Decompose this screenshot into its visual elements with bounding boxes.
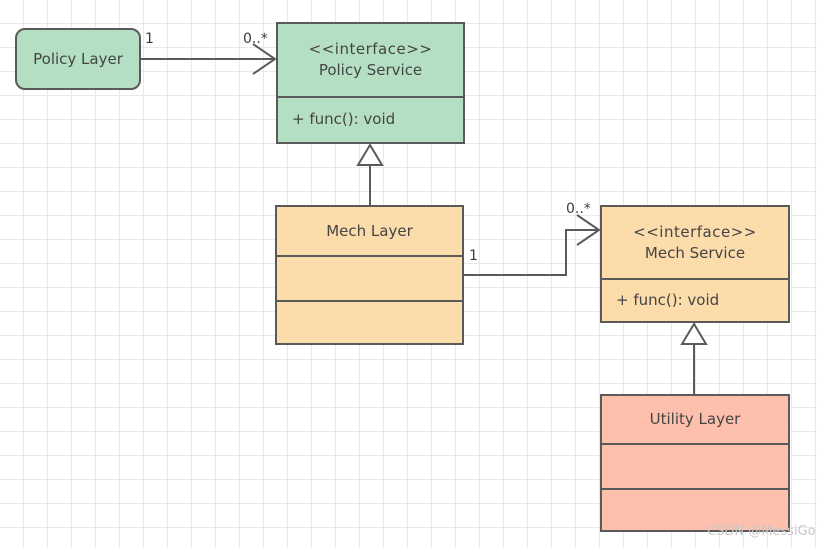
mech-layer-title: Mech Layer (326, 221, 413, 240)
policy-service-operations-compartment: + func(): void (278, 95, 463, 142)
node-policy-service[interactable]: <<interface>> Policy Service + func(): v… (276, 22, 465, 144)
policy-service-stereotype: <<interface>> (308, 39, 433, 58)
utility-layer-title-compartment: Utility Layer (602, 396, 788, 443)
policy-service-title: Policy Service (318, 60, 423, 79)
policy-layer-title: Policy Layer (33, 49, 123, 68)
node-mech-service[interactable]: <<interface>> Mech Service + func(): voi… (600, 205, 790, 323)
multiplicity-mech-service-target: 0..* (566, 201, 591, 217)
node-mech-layer[interactable]: Mech Layer (275, 205, 464, 345)
mech-service-operations-compartment: + func(): void (602, 278, 788, 321)
mech-layer-title-compartment: Mech Layer (277, 207, 462, 255)
multiplicity-policy-service-target: 0..* (243, 31, 268, 47)
mech-service-header-compartment: <<interface>> Mech Service (602, 207, 788, 278)
mech-service-operation-0: + func(): void (616, 291, 720, 310)
edge-policy-layer-to-policy-service-arrowhead (252, 43, 277, 75)
edge-mech-layer-to-mech-service-line (464, 229, 598, 276)
utility-layer-attributes-compartment (602, 443, 788, 488)
uml-diagram-canvas: Policy Layer <<interface>> Policy Servic… (0, 0, 817, 548)
edge-utility-layer-to-mech-service-triangle (680, 322, 708, 345)
policy-layer-title-compartment: Policy Layer (17, 30, 139, 88)
mech-service-title: Mech Service (644, 243, 746, 262)
node-policy-layer[interactable]: Policy Layer (15, 28, 141, 90)
node-utility-layer[interactable]: Utility Layer (600, 394, 790, 532)
policy-service-operation-0: + func(): void (292, 110, 396, 129)
edge-mech-layer-to-policy-service-triangle (356, 143, 384, 166)
mech-service-stereotype: <<interface>> (633, 222, 757, 241)
policy-service-header-compartment: <<interface>> Policy Service (278, 24, 463, 96)
multiplicity-mech-layer-source: 1 (469, 248, 478, 264)
watermark: CSDN @MessiGo (707, 524, 816, 539)
mech-layer-operations-compartment (277, 300, 462, 343)
edge-mech-layer-to-mech-service-arrowhead (576, 214, 601, 246)
mech-layer-attributes-compartment (277, 255, 462, 300)
multiplicity-policy-layer-source: 1 (145, 31, 154, 47)
utility-layer-title: Utility Layer (649, 410, 741, 428)
